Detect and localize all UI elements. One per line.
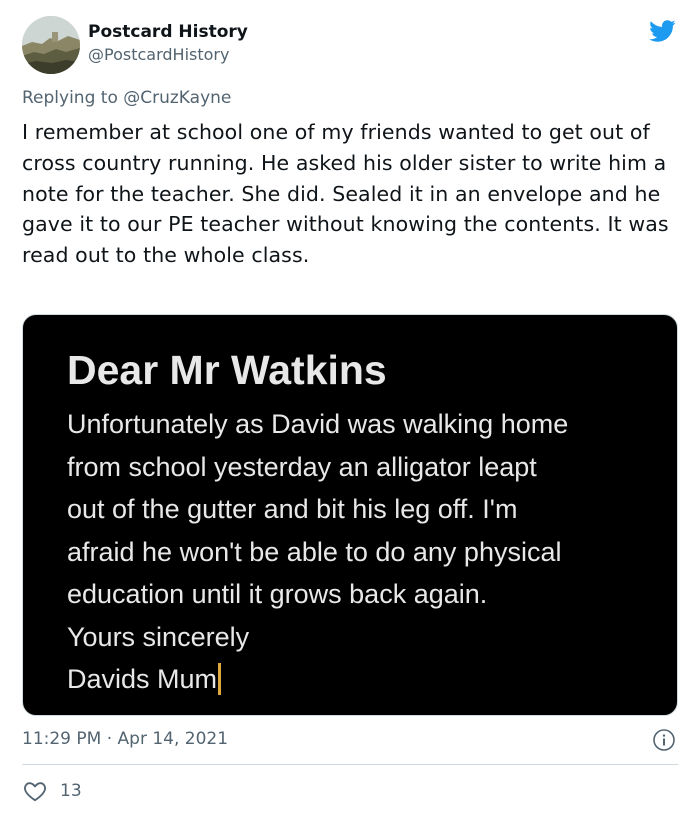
note-line: education until it grows back again.: [67, 579, 488, 609]
tweet-timestamp[interactable]: 11:29 PM · Apr 14, 2021: [22, 727, 228, 751]
info-icon[interactable]: [652, 728, 676, 752]
heart-icon[interactable]: [22, 778, 48, 804]
author-handle[interactable]: @PostcardHistory: [88, 44, 248, 66]
tweet-media-image[interactable]: Dear Mr Watkins Unfortunately as David w…: [22, 314, 678, 716]
note-signature-line: Davids Mum: [67, 658, 568, 701]
avatar-image: [22, 16, 80, 74]
text-cursor: [218, 663, 222, 695]
twitter-bird-icon[interactable]: [646, 17, 678, 45]
note-signature: Davids Mum: [67, 664, 218, 694]
reply-context: Replying to @CruzKayne: [22, 86, 231, 110]
note-line: Yours sincerely: [67, 621, 250, 652]
note-title: Dear Mr Watkins: [67, 347, 387, 393]
author-block[interactable]: Postcard History @PostcardHistory: [88, 20, 248, 66]
reply-mention-link[interactable]: @CruzKayne: [123, 88, 231, 108]
note-line: Unfortunately as David was walking home: [67, 409, 569, 439]
tweet-text: I remember at school one of my friends w…: [22, 120, 669, 268]
note-line: afraid he won't be able to do any physic…: [67, 536, 562, 567]
like-action[interactable]: 13: [22, 778, 82, 804]
tweet-card: Postcard History @PostcardHistory Replyi…: [0, 0, 700, 818]
like-count: 13: [60, 781, 82, 801]
note-line: from school yesterday an alligator leapt: [67, 451, 537, 482]
author-display-name[interactable]: Postcard History: [88, 20, 248, 44]
divider: [22, 764, 678, 765]
reply-prefix: Replying to: [22, 88, 124, 108]
avatar[interactable]: [22, 16, 80, 74]
note-line: out of the gutter and bit his leg off. I…: [67, 494, 518, 524]
note-body: Unfortunately as David was walking home …: [67, 403, 568, 701]
